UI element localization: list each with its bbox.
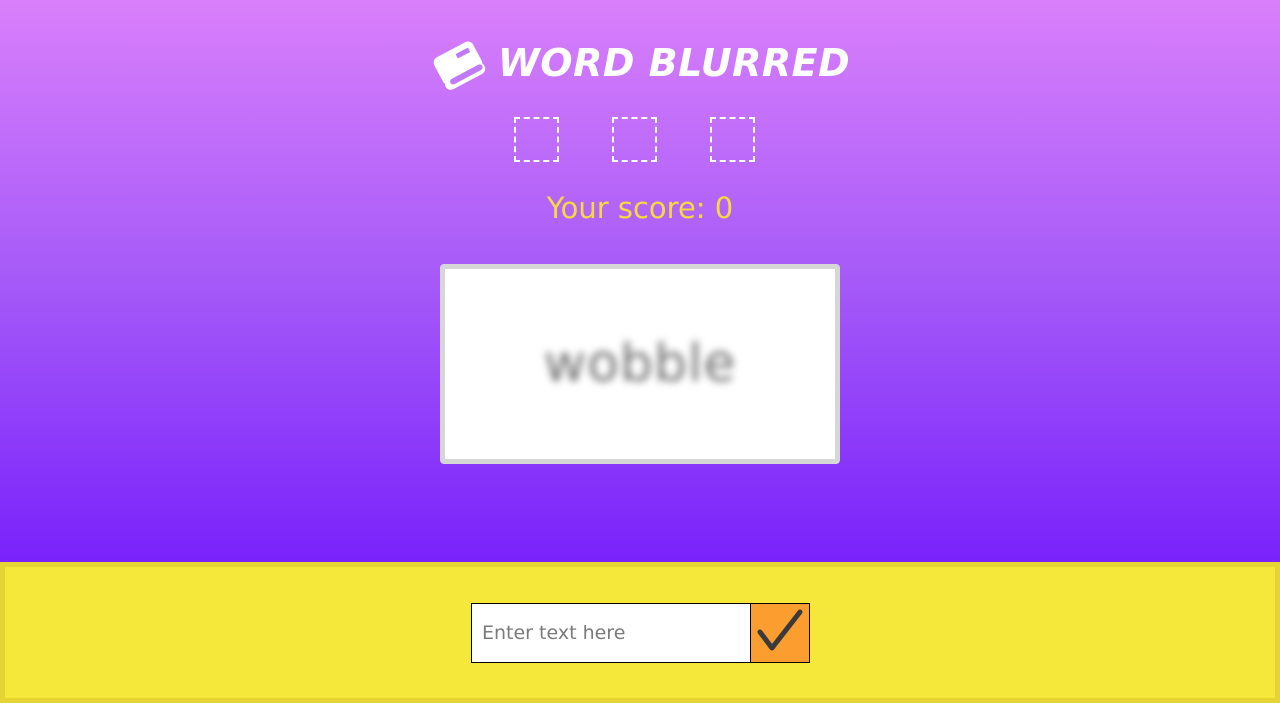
life-slot [612, 117, 657, 162]
answer-form [471, 603, 810, 663]
book-icon [430, 36, 486, 90]
answer-bar [0, 562, 1280, 703]
life-slot [710, 117, 755, 162]
lives-indicator [0, 117, 1280, 162]
game-stage: WORD BLURRED Your score: 0 wobble [0, 0, 1280, 562]
score-label: Your score: [546, 191, 715, 225]
header: WORD BLURRED [0, 36, 1280, 90]
score-value: 0 [714, 191, 734, 225]
app-title: WORD BLURRED [497, 41, 851, 85]
score-display: Your score: 0 [0, 191, 1280, 225]
blurred-word: wobble [543, 334, 737, 394]
life-slot [514, 117, 559, 162]
checkmark-icon [756, 608, 804, 658]
submit-button[interactable] [751, 603, 810, 663]
blurred-word-card: wobble [440, 264, 840, 464]
answer-input[interactable] [471, 603, 751, 663]
